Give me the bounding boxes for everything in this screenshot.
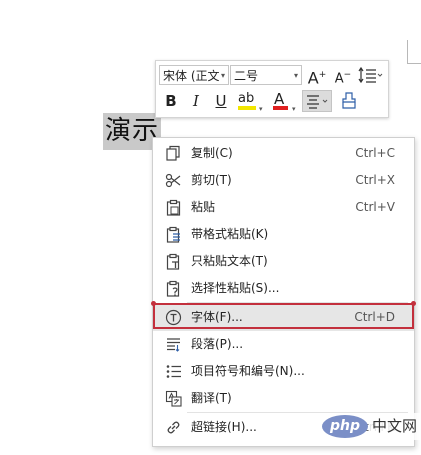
chevron-down-icon: ▾ bbox=[292, 105, 296, 113]
menu-separator bbox=[187, 302, 408, 303]
menu-item-paste[interactable]: 粘贴 Ctrl+V bbox=[153, 194, 414, 221]
paste-text-icon bbox=[166, 253, 180, 270]
highlight-button[interactable]: ab ▾ bbox=[236, 90, 266, 113]
font-name-dropdown[interactable]: 宋体 (正文 ▾ bbox=[159, 65, 229, 85]
font-color-swatch bbox=[273, 106, 288, 110]
font-name-value: 宋体 (正文 bbox=[163, 69, 220, 83]
translate-icon bbox=[165, 390, 182, 407]
menu-item-font[interactable]: 字体(F)... Ctrl+D bbox=[153, 304, 414, 331]
menu-item-label: 粘贴 bbox=[191, 200, 216, 214]
paste-formatted-icon bbox=[166, 226, 180, 243]
menu-item-paragraph[interactable]: 段落(P)... bbox=[153, 331, 414, 358]
chevron-down-icon: ▾ bbox=[259, 105, 263, 113]
menu-item-label: 超链接(H)... bbox=[191, 420, 257, 434]
underline-button[interactable]: U bbox=[211, 90, 231, 112]
chevron-down-icon: ▾ bbox=[220, 71, 225, 80]
menu-item-label: 项目符号和编号(N)... bbox=[191, 364, 305, 378]
menu-item-label: 剪切(T) bbox=[191, 173, 232, 187]
menu-item-shortcut: Ctrl+D bbox=[354, 310, 395, 324]
menu-item-label: 带格式粘贴(K) bbox=[191, 227, 269, 241]
menu-item-paste-text-only[interactable]: 只粘贴文本(T) bbox=[153, 248, 414, 275]
scissors-icon bbox=[165, 173, 181, 188]
line-spacing-icon bbox=[358, 66, 383, 84]
line-spacing-button[interactable] bbox=[357, 64, 383, 86]
toolbar-row-font: 宋体 (正文 ▾ 二号 ▾ A+ A− bbox=[156, 63, 388, 89]
menu-item-translate[interactable]: 翻译(T) bbox=[153, 385, 414, 412]
font-size-dropdown[interactable]: 二号 ▾ bbox=[230, 65, 302, 85]
watermark-site-text: 中文网 bbox=[369, 413, 420, 440]
menu-item-paste-special[interactable]: 选择性粘贴(S)... bbox=[153, 275, 414, 302]
watermark: php 中文网 bbox=[322, 413, 420, 440]
format-painter-button[interactable] bbox=[338, 90, 360, 112]
grow-font-label: A bbox=[307, 68, 319, 88]
bullets-icon bbox=[166, 365, 181, 378]
bold-button[interactable]: B bbox=[161, 90, 181, 112]
font-size-value: 二号 bbox=[234, 69, 259, 83]
context-menu: 复制(C) Ctrl+C 剪切(T) Ctrl+X 粘贴 Ctrl+V 带格式粘… bbox=[152, 137, 415, 447]
chevron-down-icon: ▾ bbox=[293, 71, 298, 80]
menu-item-cut[interactable]: 剪切(T) Ctrl+X bbox=[153, 167, 414, 194]
shrink-font-label: A bbox=[334, 71, 344, 87]
menu-item-paste-with-format[interactable]: 带格式粘贴(K) bbox=[153, 221, 414, 248]
menu-item-bullets-numbering[interactable]: 项目符号和编号(N)... bbox=[153, 358, 414, 385]
paste-icon bbox=[166, 199, 181, 216]
paragraph-icon bbox=[167, 338, 180, 352]
menu-item-shortcut: Ctrl+V bbox=[355, 200, 395, 214]
menu-item-label: 段落(P)... bbox=[191, 337, 244, 351]
format-painter-icon bbox=[342, 92, 356, 109]
menu-item-copy[interactable]: 复制(C) Ctrl+C bbox=[153, 140, 414, 167]
align-center-icon bbox=[307, 95, 328, 109]
menu-item-shortcut: Ctrl+C bbox=[355, 146, 395, 160]
align-center-button[interactable] bbox=[302, 90, 332, 112]
italic-button[interactable]: I bbox=[186, 90, 206, 112]
menu-item-label: 字体(F)... bbox=[191, 310, 243, 324]
font-color-button[interactable]: A ▾ bbox=[270, 90, 300, 113]
mini-formatting-toolbar: 宋体 (正文 ▾ 二号 ▾ A+ A− B I U ab ▾ A ▾ bbox=[155, 60, 389, 118]
shrink-font-button[interactable]: A− bbox=[332, 64, 354, 86]
toolbar-row-style: B I U ab ▾ A ▾ bbox=[156, 89, 388, 115]
menu-item-label: 翻译(T) bbox=[191, 391, 232, 405]
highlight-color-swatch bbox=[238, 106, 256, 110]
link-icon bbox=[167, 421, 180, 434]
php-logo: php bbox=[322, 415, 368, 438]
menu-item-shortcut: Ctrl+X bbox=[355, 173, 395, 187]
font-icon bbox=[165, 309, 182, 326]
page-corner-marker bbox=[407, 40, 421, 64]
grow-font-button[interactable]: A+ bbox=[306, 64, 328, 88]
menu-item-label: 选择性粘贴(S)... bbox=[191, 281, 280, 295]
copy-icon bbox=[166, 145, 180, 161]
plus-icon: + bbox=[318, 70, 327, 80]
paste-special-icon bbox=[166, 280, 180, 297]
menu-item-label: 只粘贴文本(T) bbox=[191, 254, 268, 268]
minus-icon: − bbox=[343, 70, 352, 80]
menu-item-label: 复制(C) bbox=[191, 146, 233, 160]
